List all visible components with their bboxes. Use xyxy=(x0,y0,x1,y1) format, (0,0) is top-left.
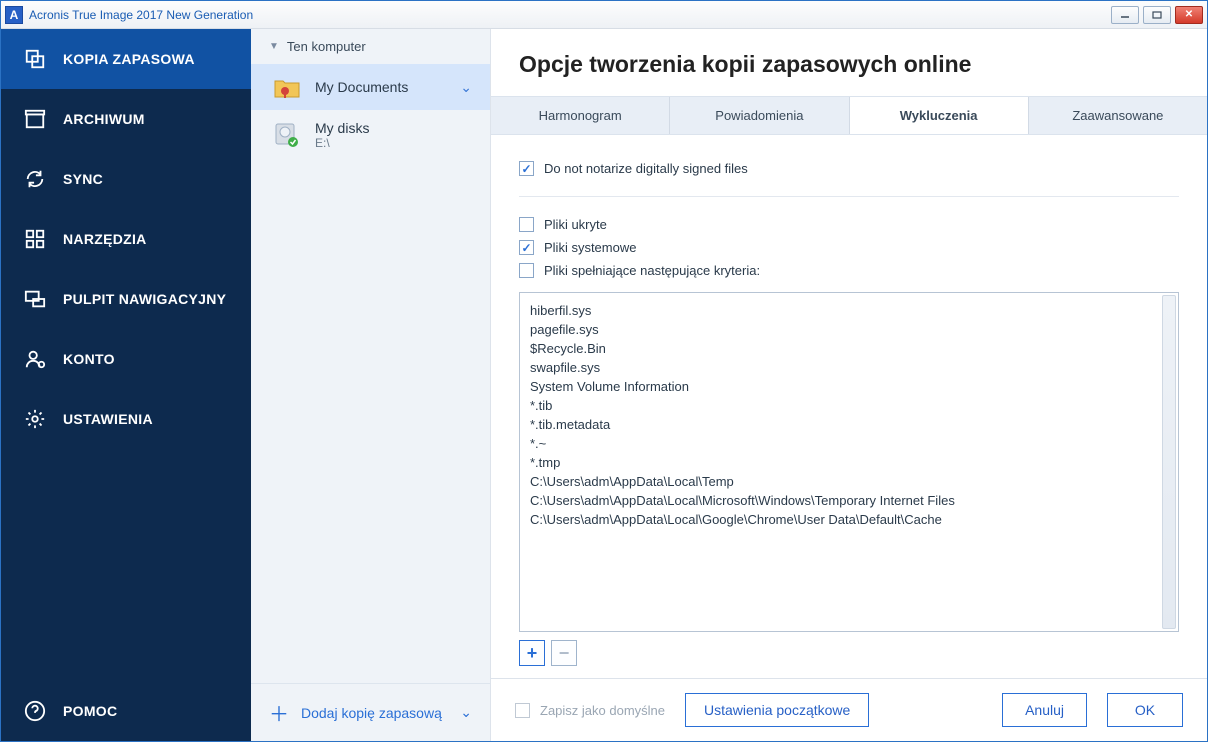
tab-notifications[interactable]: Powiadomienia xyxy=(670,97,849,134)
app-logo-icon: A xyxy=(5,6,23,24)
tab-advanced[interactable]: Zaawansowane xyxy=(1029,97,1207,134)
sidebar-item-label: POMOC xyxy=(63,703,117,719)
maximize-button[interactable] xyxy=(1143,6,1171,24)
window-title: Acronis True Image 2017 New Generation xyxy=(29,8,1111,22)
sidebar: KOPIA ZAPASOWA ARCHIWUM SYNC NARZĘDZIA P… xyxy=(1,29,251,741)
save-default-label: Zapisz jako domyślne xyxy=(540,703,665,718)
sidebar-item-dashboard[interactable]: PULPIT NAWIGACYJNY xyxy=(1,269,251,329)
list-item[interactable]: swapfile.sys xyxy=(530,358,1168,377)
list-item[interactable]: System Volume Information xyxy=(530,377,1168,396)
system-files-row: Pliki systemowe xyxy=(519,236,1179,259)
close-button[interactable]: ✕ xyxy=(1175,6,1203,24)
tab-exclusions[interactable]: Wykluczenia xyxy=(850,97,1029,134)
options-panel: Opcje tworzenia kopii zapasowych online … xyxy=(491,29,1207,741)
sidebar-item-sync[interactable]: SYNC xyxy=(1,149,251,209)
initial-settings-button[interactable]: Ustawienia początkowe xyxy=(685,693,869,727)
sidebar-item-tools[interactable]: NARZĘDZIA xyxy=(1,209,251,269)
panel-title: Opcje tworzenia kopii zapasowych online xyxy=(491,29,1207,96)
add-criteria-button[interactable]: + xyxy=(519,640,545,666)
sidebar-item-label: NARZĘDZIA xyxy=(63,231,147,247)
sidebar-item-label: ARCHIWUM xyxy=(63,111,145,127)
backup-item-label: My Documents xyxy=(315,79,408,95)
list-item[interactable]: *.tmp xyxy=(530,453,1168,472)
add-backup-button[interactable]: ＋ Dodaj kopię zapasową ⌄ xyxy=(251,683,490,741)
hidden-files-checkbox[interactable] xyxy=(519,217,534,232)
sidebar-item-label: PULPIT NAWIGACYJNY xyxy=(63,291,226,307)
dashboard-icon xyxy=(23,287,47,311)
sidebar-item-label: KOPIA ZAPASOWA xyxy=(63,51,195,67)
notarize-checkbox[interactable] xyxy=(519,161,534,176)
criteria-row: Pliki spełniające następujące kryteria: xyxy=(519,259,1179,282)
sidebar-item-label: USTAWIENIA xyxy=(63,411,153,427)
window-controls: ✕ xyxy=(1111,6,1203,24)
footer: Zapisz jako domyślne Ustawienia początko… xyxy=(491,678,1207,741)
gear-icon xyxy=(23,407,47,431)
app-window: A Acronis True Image 2017 New Generation… xyxy=(0,0,1208,742)
system-files-label: Pliki systemowe xyxy=(544,240,636,255)
chevron-down-icon: ⌄ xyxy=(460,704,472,721)
list-item[interactable]: *.~ xyxy=(530,434,1168,453)
account-icon xyxy=(23,347,47,371)
list-item[interactable]: *.tib.metadata xyxy=(530,415,1168,434)
add-backup-label: Dodaj kopię zapasową xyxy=(301,705,442,721)
system-files-checkbox[interactable] xyxy=(519,240,534,255)
remove-criteria-button[interactable]: − xyxy=(551,640,577,666)
list-item[interactable]: pagefile.sys xyxy=(530,320,1168,339)
sidebar-item-label: SYNC xyxy=(63,171,103,187)
group-label: Ten komputer xyxy=(287,39,366,54)
sidebar-item-account[interactable]: KONTO xyxy=(1,329,251,389)
backup-item-disks[interactable]: My disks E:\ xyxy=(251,110,490,160)
sidebar-item-archive[interactable]: ARCHIWUM xyxy=(1,89,251,149)
save-default-row: Zapisz jako domyślne xyxy=(515,699,665,722)
backup-item-label: My disks xyxy=(315,120,369,136)
list-item[interactable]: C:\Users\adm\AppData\Local\Temp xyxy=(530,472,1168,491)
disk-icon xyxy=(273,122,301,148)
minimize-button[interactable] xyxy=(1111,6,1139,24)
sidebar-item-settings[interactable]: USTAWIENIA xyxy=(1,389,251,449)
copy-icon xyxy=(23,47,47,71)
folder-cert-icon xyxy=(273,74,301,100)
chevron-down-icon: ⌄ xyxy=(460,79,472,96)
notarize-row: Do not notarize digitally signed files xyxy=(519,157,1179,180)
ok-button[interactable]: OK xyxy=(1107,693,1183,727)
group-header[interactable]: ▼ Ten komputer xyxy=(251,29,490,64)
titlebar: A Acronis True Image 2017 New Generation… xyxy=(1,1,1207,29)
cancel-button[interactable]: Anuluj xyxy=(1002,693,1087,727)
hidden-files-label: Pliki ukryte xyxy=(544,217,607,232)
hidden-files-row: Pliki ukryte xyxy=(519,213,1179,236)
criteria-checkbox[interactable] xyxy=(519,263,534,278)
save-default-checkbox[interactable] xyxy=(515,703,530,718)
help-icon xyxy=(23,699,47,723)
tabs: Harmonogram Powiadomienia Wykluczenia Za… xyxy=(491,96,1207,135)
backup-list: ▼ Ten komputer My Documents ⌄ My disks E… xyxy=(251,29,491,741)
app-body: KOPIA ZAPASOWA ARCHIWUM SYNC NARZĘDZIA P… xyxy=(1,29,1207,741)
sync-icon xyxy=(23,167,47,191)
list-item[interactable]: C:\Users\adm\AppData\Local\Google\Chrome… xyxy=(530,510,1168,529)
list-item[interactable]: $Recycle.Bin xyxy=(530,339,1168,358)
notarize-label: Do not notarize digitally signed files xyxy=(544,161,748,176)
list-controls: + − xyxy=(519,640,1179,666)
list-item[interactable]: *.tib xyxy=(530,396,1168,415)
list-item[interactable]: C:\Users\adm\AppData\Local\Microsoft\Win… xyxy=(530,491,1168,510)
divider xyxy=(519,196,1179,197)
plus-icon: ＋ xyxy=(269,698,289,727)
backup-item-sub: E:\ xyxy=(315,136,369,150)
grid-icon xyxy=(23,227,47,251)
criteria-listbox[interactable]: hiberfil.sys pagefile.sys $Recycle.Bin s… xyxy=(519,292,1179,632)
sidebar-item-backup[interactable]: KOPIA ZAPASOWA xyxy=(1,29,251,89)
tab-schedule[interactable]: Harmonogram xyxy=(491,97,670,134)
sidebar-item-label: KONTO xyxy=(63,351,115,367)
backup-item-documents[interactable]: My Documents ⌄ xyxy=(251,64,490,110)
sidebar-item-help[interactable]: POMOC xyxy=(1,681,251,741)
criteria-label: Pliki spełniające następujące kryteria: xyxy=(544,263,760,278)
list-item[interactable]: hiberfil.sys xyxy=(530,301,1168,320)
tab-body: Do not notarize digitally signed files P… xyxy=(491,135,1207,678)
archive-icon xyxy=(23,107,47,131)
collapse-icon: ▼ xyxy=(269,41,279,52)
